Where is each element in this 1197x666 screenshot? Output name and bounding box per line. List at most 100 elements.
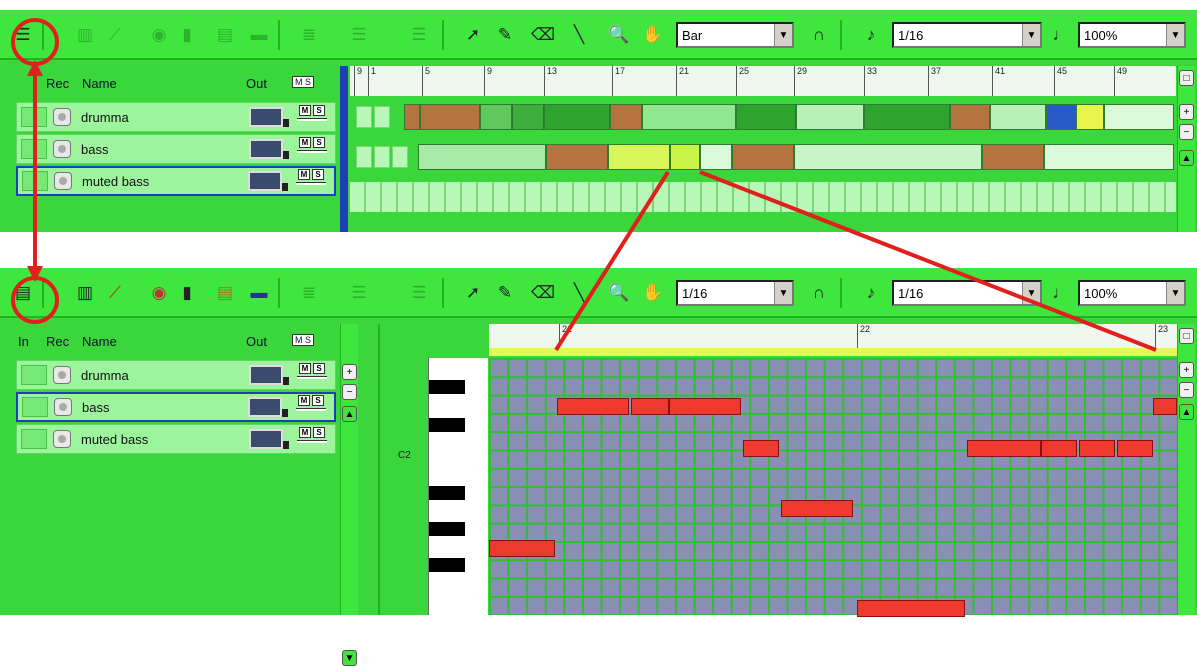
magnet-icon[interactable]: ∩ [806, 22, 832, 48]
grid-note-icon[interactable]: ♪ [858, 22, 884, 48]
piano-roll-icon[interactable]: ▥ [72, 22, 98, 48]
track-row[interactable]: bass MS [16, 134, 336, 164]
grid-note-icon[interactable]: ♪ [858, 280, 884, 306]
midi-note[interactable] [857, 600, 965, 617]
mute-solo-buttons[interactable]: MS [294, 395, 328, 419]
muted-bass-lane[interactable] [350, 182, 1176, 212]
chevron-down-icon[interactable]: ▼ [1166, 24, 1184, 46]
event-list-icon[interactable]: ▬ [246, 280, 272, 306]
mute-solo-buttons[interactable]: MS [295, 427, 329, 451]
mute-solo-buttons[interactable]: MS [295, 137, 329, 161]
clip[interactable] [1104, 104, 1174, 130]
track-row-selected[interactable]: bass MS [16, 392, 336, 422]
clip[interactable] [608, 144, 670, 170]
input-monitor[interactable] [21, 365, 47, 385]
mute-solo-header[interactable]: M S [292, 334, 315, 346]
drum-icon[interactable]: ◉ [146, 280, 172, 306]
black-key[interactable] [429, 486, 465, 500]
clip-highlighted[interactable] [670, 144, 700, 170]
input-monitor[interactable] [22, 397, 48, 417]
magnet-icon[interactable]: ∩ [806, 280, 832, 306]
eraser-tool-icon[interactable]: ⌫ [530, 22, 556, 48]
hand-tool-icon[interactable]: ✋ [640, 22, 666, 48]
mute-solo-buttons[interactable]: MS [294, 169, 328, 193]
drum-icon[interactable]: ◉ [146, 22, 172, 48]
midi-note[interactable] [743, 440, 779, 457]
black-key[interactable] [429, 418, 465, 432]
black-key[interactable] [429, 558, 465, 572]
velocity-icon[interactable]: ▮ [174, 22, 200, 48]
chevron-down-icon[interactable]: ▼ [1022, 282, 1040, 304]
quantize-icon[interactable]: ≣ [296, 280, 322, 306]
midi-note[interactable] [1079, 440, 1115, 457]
zoom-in-icon[interactable]: + [1179, 104, 1194, 120]
ruler[interactable]: 21 22 23 [489, 324, 1177, 348]
black-key[interactable] [429, 380, 465, 394]
snap-select[interactable]: 1/16 ▼ [676, 280, 794, 306]
grid-select[interactable]: 1/16 ▼ [892, 22, 1042, 48]
scroll-down-icon[interactable]: ▼ [342, 650, 357, 666]
zoom-out-icon[interactable]: − [1179, 124, 1194, 140]
note-length-icon[interactable]: ♩ [1048, 280, 1074, 306]
line-draw-tool-icon[interactable]: ╲ [566, 22, 592, 48]
zoom-in-icon[interactable]: + [342, 364, 357, 380]
hand-tool-icon[interactable]: ✋ [640, 280, 666, 306]
clip[interactable] [1076, 104, 1104, 130]
piano-keyboard[interactable] [428, 358, 488, 615]
mute-solo-header[interactable]: M S [292, 76, 315, 88]
bass-lane[interactable] [350, 142, 1176, 172]
align-left-icon[interactable]: ☰ [346, 280, 372, 306]
pencil-tool-icon[interactable]: ✎ [492, 280, 518, 306]
track-row[interactable]: muted bass MS [16, 424, 336, 454]
splitter[interactable] [378, 324, 380, 615]
piano-roll-icon[interactable]: ▥ [72, 280, 98, 306]
track-row[interactable]: drumma MS [16, 360, 336, 390]
ruler[interactable]: 9 1 5 9 13 17 21 25 29 33 37 41 45 49 [350, 66, 1176, 96]
maximize-icon[interactable]: □ [1179, 328, 1194, 344]
view-toggle-icon[interactable]: ☰ [10, 22, 36, 48]
midi-note[interactable] [631, 398, 669, 415]
chevron-down-icon[interactable]: ▼ [1166, 282, 1184, 304]
midi-note[interactable] [781, 500, 853, 517]
record-arm-button[interactable] [53, 366, 71, 384]
line-tool-icon[interactable]: ⟋ [102, 280, 128, 306]
clip[interactable] [544, 104, 610, 130]
align-right-icon[interactable]: ☰ [406, 22, 432, 48]
input-monitor[interactable] [22, 171, 48, 191]
clip[interactable] [1046, 104, 1076, 130]
zoom-out-icon[interactable]: − [342, 384, 357, 400]
clip[interactable] [480, 104, 512, 130]
clip[interactable] [990, 104, 1046, 130]
pencil-tool-icon[interactable]: ✎ [492, 22, 518, 48]
chevron-down-icon[interactable]: ▼ [774, 282, 792, 304]
view-toggle-icon[interactable]: ▤ [10, 280, 36, 306]
midi-note[interactable] [1041, 440, 1077, 457]
grid-select[interactable]: 1/16 ▼ [892, 280, 1042, 306]
record-arm-button[interactable] [54, 172, 72, 190]
record-arm-button[interactable] [53, 430, 71, 448]
clip[interactable] [418, 144, 546, 170]
mute-solo-buttons[interactable]: MS [295, 363, 329, 387]
scroll-up-icon[interactable]: ▲ [1179, 150, 1194, 166]
note-grid[interactable] [489, 358, 1177, 617]
midi-note[interactable] [669, 398, 741, 415]
clip[interactable] [982, 144, 1044, 170]
input-monitor[interactable] [21, 429, 47, 449]
pointer-tool-icon[interactable]: ➚ [460, 22, 486, 48]
zoom-tool-icon[interactable]: 🔍 [606, 280, 632, 306]
controller-icon[interactable]: ▤ [212, 22, 238, 48]
chevron-down-icon[interactable]: ▼ [774, 24, 792, 46]
quantize-icon[interactable]: ≣ [296, 22, 322, 48]
snap-select[interactable]: Bar ▼ [676, 22, 794, 48]
midi-note[interactable] [967, 440, 1041, 457]
align-left-icon[interactable]: ☰ [346, 22, 372, 48]
zoom-out-icon[interactable]: − [1179, 382, 1194, 398]
midi-note[interactable] [557, 398, 629, 415]
output-device-icon[interactable] [249, 107, 289, 127]
zoom-tool-icon[interactable]: 🔍 [606, 22, 632, 48]
clip[interactable] [794, 144, 982, 170]
input-monitor[interactable] [21, 139, 47, 159]
clip[interactable] [512, 104, 544, 130]
zoom-in-icon[interactable]: + [1179, 362, 1194, 378]
line-draw-tool-icon[interactable]: ╲ [566, 280, 592, 306]
